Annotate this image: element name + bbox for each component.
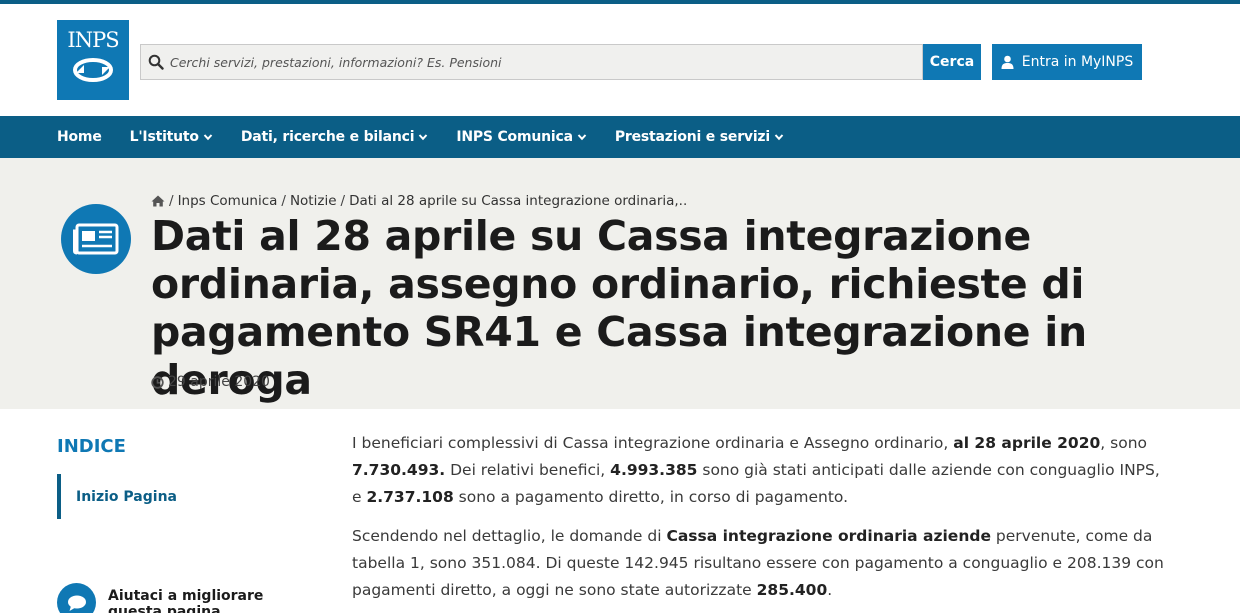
text-run-bold: 7.730.493. — [352, 461, 446, 479]
text-run: . — [827, 581, 833, 599]
user-icon — [1001, 55, 1014, 69]
comment-icon — [67, 595, 86, 611]
feedback-icon[interactable] — [57, 583, 96, 613]
chevron-down-icon — [577, 134, 587, 141]
text-run: Scendendo nel dettaglio, le domande di — [352, 527, 667, 545]
myinps-login-button[interactable]: Entra in MyINPS — [992, 44, 1142, 80]
search-icon — [148, 54, 164, 70]
breadcrumb: / Inps Comunica / Notizie / Dati al 28 a… — [151, 193, 687, 209]
page-title: Dati al 28 aprile su Cassa integrazione … — [151, 212, 1087, 404]
breadcrumb-item-notizie[interactable]: Notizie — [290, 193, 337, 209]
breadcrumb-separator: / — [281, 193, 286, 209]
publish-date: 29 aprile 2020 — [151, 374, 270, 390]
text-run-bold: 2.737.108 — [366, 488, 454, 506]
breadcrumb-separator: / — [340, 193, 346, 209]
nav-item-prestazioni[interactable]: Prestazioni e servizi — [615, 129, 784, 145]
nav-item-label: Prestazioni e servizi — [614, 129, 770, 145]
logo-text: INPS — [67, 28, 119, 52]
index-item-label: Inizio Pagina — [76, 488, 177, 505]
nav-item-istituto[interactable]: L'Istituto — [130, 129, 213, 145]
nav-item-label: Dati, ricerche e bilanci — [240, 129, 415, 145]
clock-icon — [151, 375, 164, 389]
index-title: INDICE — [57, 436, 126, 457]
nav-item-home[interactable]: Home — [57, 129, 102, 145]
search-button[interactable]: Cerca — [923, 44, 981, 80]
feedback-link[interactable]: Aiutaci a migliorare questa pagina — [108, 588, 268, 613]
text-run: , sono — [1100, 434, 1148, 452]
chevron-down-icon — [419, 134, 428, 141]
breadcrumb-item-inps-comunica[interactable]: Inps Comunica — [178, 193, 278, 209]
nav-item-inps-comunica[interactable]: INPS Comunica — [456, 129, 587, 145]
top-stripe — [0, 0, 1240, 4]
text-run-bold: Cassa integrazione ordinaria aziende — [666, 527, 991, 545]
news-category-icon — [61, 204, 131, 274]
home-icon[interactable] — [151, 195, 165, 207]
logo-emblem-icon — [73, 58, 113, 82]
chevron-down-icon — [774, 134, 784, 141]
article-paragraph: I beneficiari complessivi di Cassa integ… — [352, 430, 1172, 511]
page-hero: / Inps Comunica / Notizie / Dati al 28 a… — [0, 158, 1240, 409]
newspaper-icon — [73, 223, 119, 255]
nav-item-dati[interactable]: Dati, ricerche e bilanci — [241, 129, 429, 145]
text-run-bold: 4.993.385 — [610, 461, 698, 479]
text-run-bold: 285.400 — [756, 581, 828, 599]
index-item-inizio-pagina[interactable]: Inizio Pagina — [57, 474, 177, 519]
text-run: sono a pagamento diretto, in corso di pa… — [453, 488, 849, 506]
chevron-down-icon — [203, 134, 213, 141]
nav-item-label: L'Istituto — [129, 129, 199, 145]
nav-item-label: Home — [57, 129, 102, 145]
breadcrumb-item-current: Dati al 28 aprile su Cassa integrazione … — [349, 193, 688, 209]
publish-date-text: 29 aprile 2020 — [168, 374, 270, 390]
nav-item-label: INPS Comunica — [456, 129, 573, 145]
myinps-login-label: Entra in MyINPS — [1021, 54, 1134, 70]
inps-logo[interactable]: INPS — [57, 20, 129, 100]
text-run: Dei relativi benefici, — [445, 461, 611, 479]
text-run: I beneficiari complessivi di Cassa integ… — [352, 434, 954, 452]
main-nav: Home L'Istituto Dati, ricerche e bilanci… — [0, 116, 1240, 158]
article-body: I beneficiari complessivi di Cassa integ… — [352, 430, 1172, 613]
breadcrumb-separator: / — [169, 193, 174, 209]
article-paragraph: Scendendo nel dettaglio, le domande di C… — [352, 523, 1172, 604]
search-input[interactable] — [164, 45, 922, 79]
search-bar — [140, 44, 923, 80]
text-run-bold: al 28 aprile 2020 — [953, 434, 1101, 452]
